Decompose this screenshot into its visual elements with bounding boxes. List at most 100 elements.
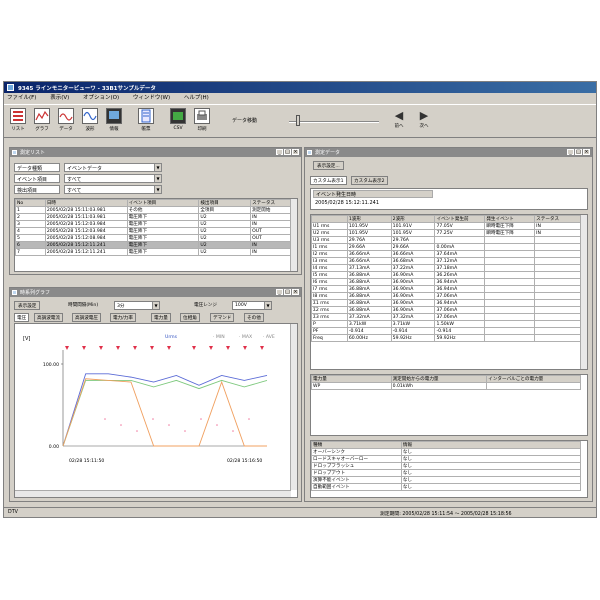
measure-table-col-header[interactable]: 1波形: [346, 215, 392, 223]
minimize-icon[interactable]: _: [567, 149, 574, 155]
graph-display-settings-button[interactable]: 表示設定: [14, 301, 41, 310]
measure-table-row[interactable]: I7 rms 36.88mA 36.90mA 36.94mA: [311, 285, 581, 293]
measure-table-row[interactable]: I4 rms 37.13mA 37.22mA 37.18mA: [311, 264, 581, 272]
measure-table-row[interactable]: U1 rms 101.95V 101.91V 77.05V 瞬時電圧下降 IN: [311, 222, 581, 230]
event-item-select[interactable]: すべて ▼: [64, 174, 162, 183]
chevron-down-icon[interactable]: ▼: [154, 186, 161, 193]
measure-table-row[interactable]: PF -0.914 -0.914 -0.914: [311, 327, 581, 335]
data-move-slider[interactable]: [289, 121, 379, 123]
measure-table-col-header[interactable]: 発生イベント: [484, 215, 536, 223]
info-table-row[interactable]: 演算不能イベント なし: [311, 476, 582, 484]
tab-phase-angle[interactable]: 位相角: [180, 313, 200, 322]
maximize-icon[interactable]: □: [284, 149, 291, 155]
measure-table-row[interactable]: I6 rms 36.88mA 36.90mA 36.94mA: [311, 278, 581, 286]
tab-demand[interactable]: デマンド: [210, 313, 235, 322]
measure-display-settings-button[interactable]: 表示設定...: [313, 161, 344, 170]
event-table-scrollbar[interactable]: [290, 199, 297, 271]
measure-table-row[interactable]: Σ2 rms 36.88mA 36.90mA 37.06mA: [311, 306, 581, 314]
info-table-col-header[interactable]: 種類: [311, 441, 402, 449]
event-list-title-bar[interactable]: 測定リスト _ □ ×: [10, 148, 301, 157]
list-button[interactable]: リスト: [8, 108, 28, 136]
measure-title-bar[interactable]: 測定データ _ □ ×: [305, 148, 592, 157]
tab-custom-1[interactable]: カスタム表示1: [310, 176, 347, 185]
measure-table-row[interactable]: I5 rms 36.88mA 36.90mA 36.26mA: [311, 271, 581, 279]
maximize-icon[interactable]: □: [575, 149, 582, 155]
chevron-down-icon[interactable]: ▼: [152, 302, 159, 309]
info-table-col-header[interactable]: 情報: [400, 441, 582, 449]
event-table-row[interactable]: 4 2005/02/28 15:12:03.984 電圧降下 U2 OUT: [15, 227, 291, 235]
title-bar[interactable]: 9345 ラインモニタービューワ - 33B1サンプルデータ: [4, 82, 596, 93]
event-table-row[interactable]: 7 2005/02/28 15:12:11.241 電圧降下 U2 IN: [15, 248, 291, 256]
power-table-row[interactable]: WP 0.01kWh: [311, 382, 581, 390]
tab-voltage[interactable]: 電圧: [14, 313, 30, 322]
interval-select[interactable]: 3分 ▼: [114, 301, 160, 310]
report-button[interactable]: 帳票: [136, 108, 156, 136]
graph-vscroll[interactable]: [290, 324, 297, 490]
next-button[interactable]: ▶ 次へ: [414, 109, 434, 137]
tab-custom-2[interactable]: カスタム表示2: [351, 176, 388, 185]
measure-table-col-header[interactable]: ステータス: [534, 215, 581, 223]
graph-hscroll[interactable]: [15, 490, 291, 497]
print-button[interactable]: 印刷: [192, 108, 212, 136]
tab-other[interactable]: その他: [244, 313, 264, 322]
voltage-range-select[interactable]: 100V ▼: [232, 301, 272, 310]
menu-option[interactable]: オプション(O): [83, 93, 119, 103]
event-table-col-header[interactable]: イベント項目: [126, 199, 200, 207]
minimize-icon[interactable]: _: [276, 289, 283, 295]
graph-button[interactable]: グラフ: [32, 108, 52, 136]
tab-harmonic-current[interactable]: 高調波電流: [34, 313, 63, 322]
minimize-icon[interactable]: _: [276, 149, 283, 155]
event-table-row[interactable]: 6 2005/02/28 15:12:11.241 電圧降下 U2 IN: [15, 241, 291, 249]
event-table-row[interactable]: 1 2005/02/28 15:11:03.981 その他 全項目 測定開始: [15, 206, 291, 214]
menu-view[interactable]: 表示(V): [50, 93, 69, 103]
measure-table-row[interactable]: I1 rms 29.66A 29.66A 0.00mA: [311, 243, 581, 251]
measure-table-row[interactable]: U2 rms 101.95V 101.95V 77.25V 瞬時電圧下降 IN: [311, 229, 581, 237]
measure-table-row[interactable]: Σ1 rms 36.88mA 36.90mA 36.94mA: [311, 299, 581, 307]
event-table-col-header[interactable]: No: [15, 199, 46, 207]
measure-table-col-header[interactable]: 2波形: [390, 215, 436, 223]
event-table-col-header[interactable]: ステータス: [250, 199, 291, 207]
measure-table-row[interactable]: I3 rms 36.66mA 36.68mA 37.12mA: [311, 257, 581, 265]
maximize-icon[interactable]: □: [284, 289, 291, 295]
menu-window[interactable]: ウィンドウ(W): [133, 93, 170, 103]
waveform-button[interactable]: 波形: [80, 108, 100, 136]
measure-table-row[interactable]: Freq 60.00Hz 59.92Hz 59.92Hz: [311, 334, 581, 342]
measure-table-col-header[interactable]: イベント発生前: [434, 215, 486, 223]
chevron-down-icon[interactable]: ▼: [154, 175, 161, 182]
info-table-row[interactable]: ロードスキャオーバーロー なし: [311, 455, 582, 463]
measure-table-col-header[interactable]: [311, 215, 348, 223]
info-table-row[interactable]: オーバーシンク なし: [311, 448, 582, 456]
measure-table-row[interactable]: I2 rms 36.66mA 36.66mA 37.64mA: [311, 250, 581, 258]
info-table-row[interactable]: 自動範囲イベント なし: [311, 483, 582, 491]
measure-table-row[interactable]: Σ3 rms 37.32mA 37.32mA 37.06mA: [311, 313, 581, 321]
menu-file[interactable]: ファイル(F): [7, 93, 36, 103]
data-button[interactable]: データ: [56, 108, 76, 136]
info-button[interactable]: 情報: [104, 108, 124, 136]
event-table-row[interactable]: 5 2005/02/28 15:12:08.984 電圧降下 U2 OUT: [15, 234, 291, 242]
power-table-col-header[interactable]: インターバルごとの電力量: [486, 375, 581, 383]
power-table-col-header[interactable]: 電力量: [311, 375, 392, 383]
event-table-row[interactable]: 3 2005/02/28 15:12:03.984 電圧降下 U2 IN: [15, 220, 291, 228]
data-type-select[interactable]: イベントデータ ▼: [64, 163, 162, 172]
graph-title-bar[interactable]: 時系列グラフ _ □ ×: [10, 288, 301, 297]
info-table-row[interactable]: ドロップフラッシュ なし: [311, 462, 582, 470]
close-icon[interactable]: ×: [292, 289, 299, 295]
chevron-down-icon[interactable]: ▼: [264, 302, 271, 309]
detect-item-select[interactable]: すべて ▼: [64, 185, 162, 194]
event-table-col-header[interactable]: 検出項目: [198, 199, 252, 207]
tab-harmonic-voltage[interactable]: 高調波電圧: [72, 313, 101, 322]
close-icon[interactable]: ×: [583, 149, 590, 155]
measure-table-scrollbar[interactable]: [580, 215, 587, 369]
tab-energy[interactable]: 電力量: [151, 313, 171, 322]
power-table-col-header[interactable]: 測定開始からの電力量: [390, 375, 488, 383]
event-table-col-header[interactable]: 日時: [44, 199, 128, 207]
measure-table-row[interactable]: I8 rms 36.88mA 36.90mA 37.06mA: [311, 292, 581, 300]
chevron-down-icon[interactable]: ▼: [154, 164, 161, 171]
measure-table-row[interactable]: P 3.71kW 3.71kW 1.50kW: [311, 320, 581, 328]
prev-button[interactable]: ◀ 前へ: [389, 109, 409, 137]
info-table-row[interactable]: ドロップアウト なし: [311, 469, 582, 477]
close-icon[interactable]: ×: [292, 149, 299, 155]
menu-help[interactable]: ヘルプ(H): [184, 93, 209, 103]
slider-thumb[interactable]: [296, 115, 300, 126]
measure-table-row[interactable]: U3 rms 29.76A 29.76A: [311, 236, 581, 244]
